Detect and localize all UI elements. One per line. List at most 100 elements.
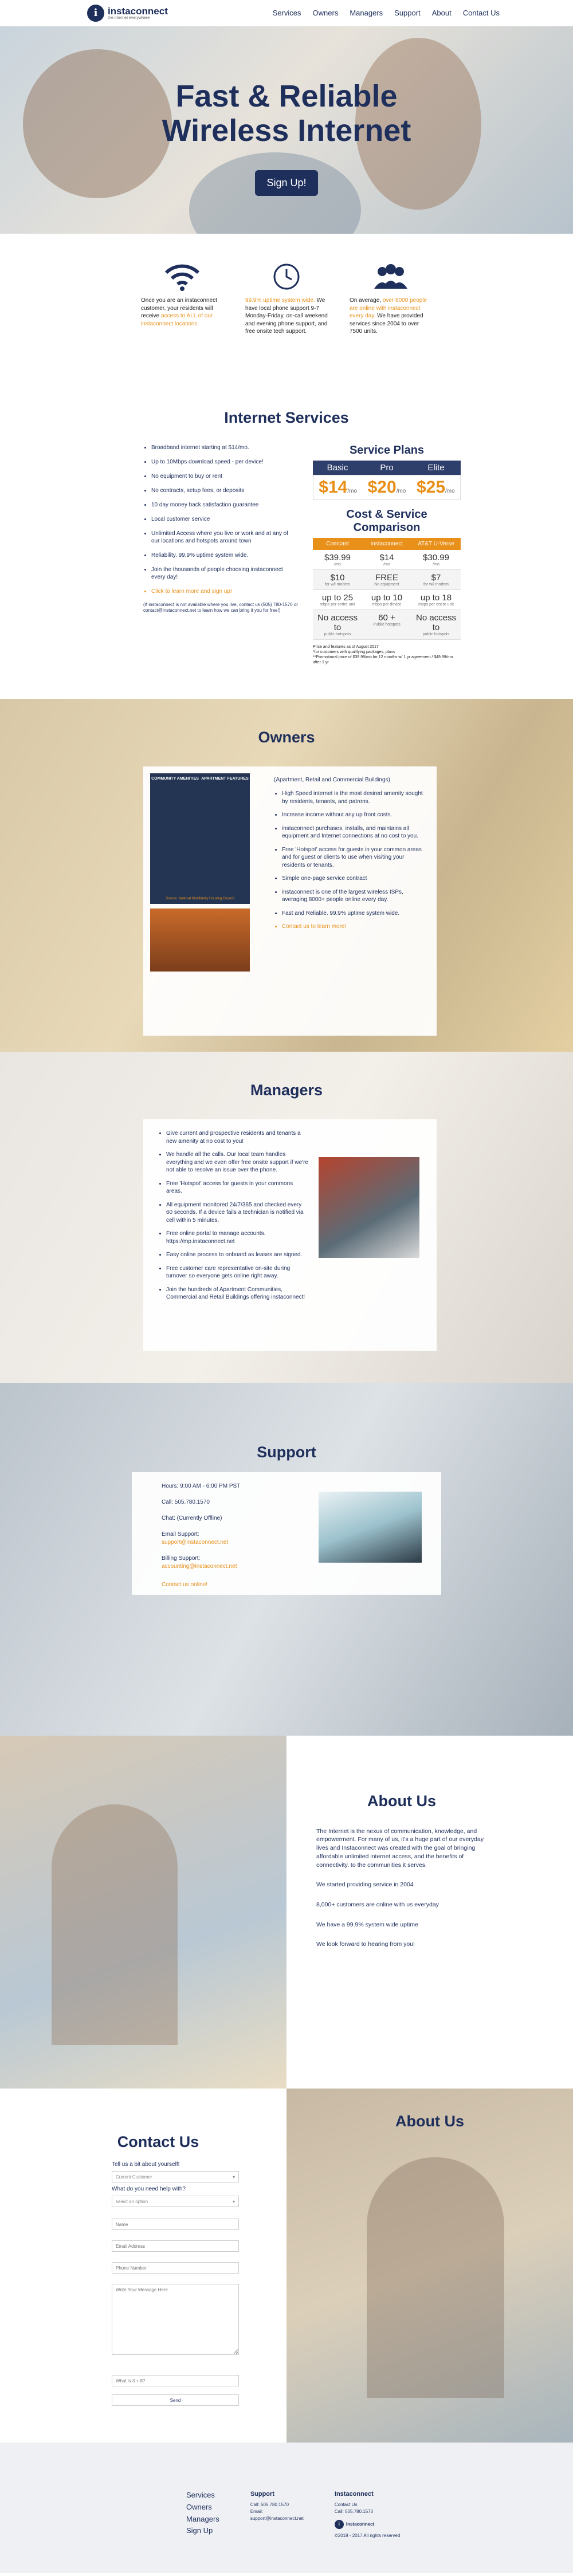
list-item: Free 'Hotspot' access for guests in your… bbox=[166, 1180, 309, 1195]
list-item: Up to 10Mbps download speed - per device… bbox=[151, 458, 298, 466]
footer-link-signup[interactable]: Sign Up bbox=[186, 2525, 219, 2537]
contact-section: Contact Us Tell us a bit about yourself!… bbox=[0, 2089, 573, 2443]
feature-users: On average, over 8000 people are online … bbox=[350, 257, 432, 365]
table-cell: up to 18 mbps per entire unit bbox=[411, 590, 461, 609]
cell-value: $39.99 bbox=[324, 553, 351, 563]
owners-list: High Speed internet is the most desired … bbox=[274, 790, 423, 931]
list-item: Join the hundreds of Apartment Communiti… bbox=[166, 1286, 309, 1301]
services-title: Internet Services bbox=[224, 409, 349, 426]
plans-header: Basic Pro Elite bbox=[313, 461, 461, 475]
about-paragraph: The Internet is the nexus of communicati… bbox=[316, 1827, 484, 1869]
plans-prices: $14/mo $20/mo $25/mo bbox=[313, 475, 461, 500]
email-support-link[interactable]: support@instaconnect.net bbox=[162, 1539, 240, 1547]
name-field[interactable] bbox=[112, 2219, 239, 2230]
price-value: $20 bbox=[367, 478, 397, 497]
list-item: 10 day money back satisfaction guarantee bbox=[151, 501, 298, 509]
footer-link-owners[interactable]: Owners bbox=[186, 2502, 219, 2514]
feature-uptime: 99.9% uptime system wide. We have local … bbox=[245, 257, 328, 365]
money-photo bbox=[150, 909, 250, 972]
nav-about[interactable]: About bbox=[432, 9, 452, 17]
compare-title: Cost & Service Comparison bbox=[346, 508, 427, 534]
services-section: Internet Services Broadband internet sta… bbox=[0, 365, 573, 699]
footer-links: Services Owners Managers Sign Up bbox=[186, 2490, 219, 2573]
message-field[interactable] bbox=[112, 2284, 239, 2355]
cell-sub: /mo bbox=[433, 563, 439, 567]
managers-photo bbox=[319, 1157, 419, 1258]
list-item: Free 'Hotspot' access for guests in your… bbox=[282, 846, 423, 870]
nav-support[interactable]: Support bbox=[394, 9, 421, 17]
logo[interactable]: i instaconnect the internet everywhere bbox=[87, 4, 168, 22]
contact-photo: About Us bbox=[286, 2089, 573, 2443]
email-field[interactable] bbox=[112, 2240, 239, 2252]
footer-support-call[interactable]: Call: 505.780.1570 bbox=[250, 2502, 304, 2508]
cell-sub: mbps per entire unit bbox=[320, 603, 355, 607]
compare-col: Comcast bbox=[326, 541, 349, 547]
owners-title: Owners bbox=[258, 729, 315, 746]
nav-services[interactable]: Services bbox=[273, 9, 301, 17]
plans-title: Service Plans bbox=[349, 444, 425, 457]
nav-owners[interactable]: Owners bbox=[313, 9, 339, 17]
table-cell: $7 for w/l modem bbox=[411, 570, 461, 589]
cell-sub: mbps per entire unit bbox=[418, 603, 454, 607]
table-cell: $39.99/mo bbox=[313, 550, 362, 569]
chevron-down-icon: ▾ bbox=[232, 2199, 235, 2204]
about-paragraph: We look forward to hearing from you! bbox=[316, 1941, 415, 1948]
managers-list: Give current and prospective residents a… bbox=[158, 1130, 309, 1307]
captcha-field[interactable] bbox=[112, 2375, 239, 2386]
cell-sub: for w/l modem bbox=[325, 583, 350, 587]
nav-contact[interactable]: Contact Us bbox=[463, 9, 500, 17]
table-row: No access to public hotspots 60 + Public h… bbox=[313, 610, 461, 640]
email-support-label: Email Support: bbox=[162, 1531, 199, 1537]
help-topic-select[interactable]: select an option ▾ bbox=[112, 2196, 239, 2207]
table-row: $39.99/mo $14/mo $30.99/mo bbox=[313, 550, 461, 570]
list-item: Increase income without any up front cos… bbox=[282, 811, 423, 819]
phone-field[interactable] bbox=[112, 2262, 239, 2274]
list-item: Join the thousands of people choosing in… bbox=[151, 566, 298, 581]
contact-link[interactable]: Contact us to learn more! bbox=[282, 923, 423, 931]
footer-company: Instaconnect Contact Us Call: 505.780.15… bbox=[334, 2490, 400, 2573]
list-item: No contracts, setup fees, or deposits bbox=[151, 487, 298, 494]
support-chat[interactable]: Chat: (Currently Offline) bbox=[162, 1515, 240, 1523]
users-icon bbox=[350, 257, 432, 297]
select-value: Current Customer bbox=[116, 2174, 152, 2180]
fine-print: Price and features as of August 2017 *fo… bbox=[313, 645, 453, 665]
customer-type-select[interactable]: Current Customer ▾ bbox=[112, 2171, 239, 2182]
list-item: High Speed internet is the most desired … bbox=[282, 790, 423, 805]
signup-button[interactable]: Sign Up! bbox=[255, 170, 318, 196]
support-hours: Hours: 9:00 AM - 6:00 PM PST bbox=[162, 1483, 241, 1489]
cell-value: up to 18 bbox=[420, 593, 452, 603]
support-photo bbox=[319, 1492, 422, 1563]
logo-tagline: the internet everywhere bbox=[108, 15, 150, 20]
feature-text: On average, bbox=[350, 297, 383, 304]
price-unit: /mo bbox=[347, 488, 358, 494]
contact-side-title: About Us bbox=[395, 2113, 464, 2130]
hero-title: Fast & Reliable Wireless Internet bbox=[0, 79, 573, 148]
footer-company-call[interactable]: Call: 505.780.1570 bbox=[335, 2508, 400, 2515]
footer-link-managers[interactable]: Managers bbox=[186, 2514, 219, 2526]
footer-link-services[interactable]: Services bbox=[186, 2490, 219, 2502]
list-item: All equipment monitored 24/7/365 and che… bbox=[166, 1201, 309, 1225]
footer-support-title: Support bbox=[250, 2491, 274, 2498]
support-call[interactable]: Call: 505.780.1570 bbox=[162, 1499, 240, 1507]
footer-support-email[interactable]: support@instaconnect.net bbox=[250, 2515, 304, 2522]
about-title: About Us bbox=[367, 1792, 436, 1810]
cell-sub: public hotspots bbox=[324, 632, 351, 636]
send-button[interactable]: Send bbox=[112, 2394, 239, 2406]
list-item: Easy online process to onboard as leases… bbox=[166, 1251, 309, 1259]
compare-col: instaconnect bbox=[370, 541, 403, 547]
price-value: $14 bbox=[319, 478, 348, 497]
list-item: instaconnect is one of the largest wirel… bbox=[282, 888, 423, 904]
list-item: Free online portal to manage accounts. h… bbox=[166, 1230, 309, 1245]
contact-online-link[interactable]: Contact us online! bbox=[162, 1581, 240, 1589]
plan-price: $14/mo bbox=[313, 475, 362, 500]
list-item: Give current and prospective residents a… bbox=[166, 1130, 309, 1145]
support-title: Support bbox=[257, 1444, 316, 1461]
cell-value: FREE bbox=[375, 573, 398, 583]
table-cell: No access to public hotspots bbox=[313, 610, 362, 639]
billing-support-link[interactable]: accounting@instaconnect.net bbox=[162, 1563, 240, 1571]
cell-value: $14 bbox=[379, 553, 394, 563]
owners-infographic: COMMUNITY AMENITIES APARTMENT FEATURES S… bbox=[150, 773, 250, 904]
nav-managers[interactable]: Managers bbox=[350, 9, 383, 17]
footer-contact-link[interactable]: Contact Us bbox=[335, 2502, 400, 2508]
learn-more-link[interactable]: Click to learn more and sign up! bbox=[151, 588, 298, 595]
